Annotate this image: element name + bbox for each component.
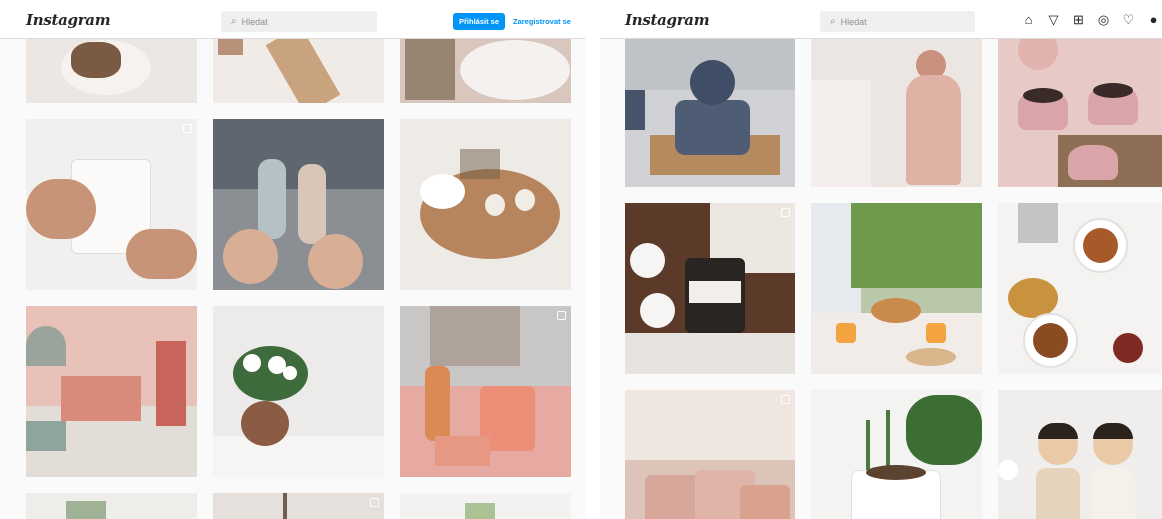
post-mouse-figures[interactable] — [213, 119, 384, 290]
login-button[interactable]: Přihlásit se — [453, 13, 505, 30]
post-couple-figurine[interactable] — [811, 30, 982, 187]
post-willow-mug[interactable] — [400, 30, 571, 103]
post-wooden-tray-cup[interactable] — [400, 119, 571, 290]
post-vase-flowers[interactable] — [213, 306, 384, 477]
post-cat-mug[interactable] — [26, 119, 197, 290]
search-input[interactable]: ⌕ Hledat — [820, 11, 975, 32]
post-blue-dishes[interactable] — [625, 30, 795, 187]
post-tea-flatlay[interactable] — [998, 203, 1162, 374]
search-input[interactable]: ⌕ Hledat — [221, 11, 377, 32]
new-post-icon[interactable]: ⊞ — [1070, 11, 1087, 28]
post-cotton-candle[interactable] — [625, 203, 795, 374]
carousel-icon — [781, 208, 790, 217]
post-muffin-plate[interactable] — [26, 30, 197, 103]
carousel-icon — [557, 311, 566, 320]
post-branch-bottom-middle[interactable] — [213, 493, 384, 519]
post-pink-mugs[interactable] — [625, 390, 795, 519]
register-link[interactable]: Zaregistrovat se — [513, 17, 571, 26]
explore-icon[interactable]: ◎ — [1095, 11, 1112, 28]
carousel-icon — [370, 498, 379, 507]
home-icon[interactable]: ⌂ — [1020, 11, 1037, 28]
right-top-navbar: Instagram ⌕ Hledat ⌂ ▽ ⊞ ◎ ♡ ● — [600, 0, 1162, 39]
search-placeholder: Hledat — [840, 16, 867, 27]
post-cookies-ribbon[interactable] — [213, 30, 384, 103]
post-home-candle[interactable] — [400, 306, 571, 477]
right-browser-pane: Instagram ⌕ Hledat ⌂ ▽ ⊞ ◎ ♡ ● — [600, 0, 1162, 519]
left-top-navbar: Instagram ⌕ Hledat Přihlásit se Zaregist… — [0, 0, 585, 39]
instagram-logo[interactable]: Instagram — [26, 11, 111, 29]
search-placeholder: Hledat — [241, 16, 268, 27]
pane-divider — [585, 0, 600, 519]
carousel-icon — [183, 124, 192, 133]
post-tulips-bottom-right[interactable] — [400, 493, 571, 519]
search-icon: ⌕ — [231, 16, 237, 27]
left-browser-pane: Instagram ⌕ Hledat Přihlásit se Zaregist… — [0, 0, 585, 519]
post-plant-bottom-left[interactable] — [26, 493, 197, 519]
post-garden-breakfast[interactable] — [811, 203, 982, 374]
direct-icon[interactable]: ▽ — [1045, 11, 1062, 28]
activity-icon[interactable]: ♡ — [1120, 11, 1137, 28]
post-chocolate-cupcakes[interactable] — [998, 30, 1162, 187]
search-icon: ⌕ — [830, 16, 836, 27]
post-floral-desk-organizer[interactable] — [26, 306, 197, 477]
instagram-logo[interactable]: Instagram — [625, 11, 710, 29]
post-potted-plant[interactable] — [811, 390, 982, 519]
post-wooden-dolls[interactable] — [998, 390, 1162, 519]
carousel-icon — [781, 395, 790, 404]
profile-icon[interactable]: ● — [1145, 11, 1162, 28]
nav-icon-bar: ⌂ ▽ ⊞ ◎ ♡ ● — [1020, 11, 1162, 28]
